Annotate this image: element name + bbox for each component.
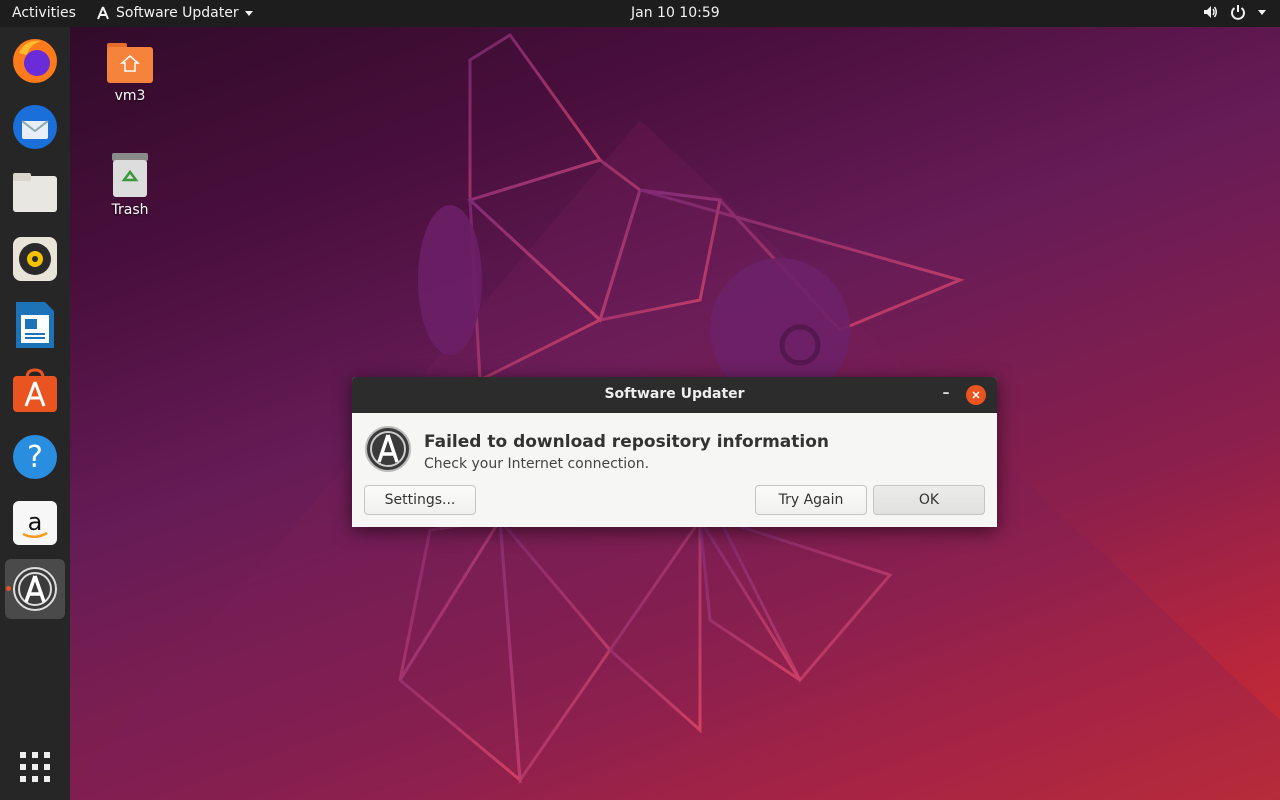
show-applications-button[interactable] <box>5 737 65 797</box>
close-button[interactable] <box>966 385 986 405</box>
activities-button[interactable]: Activities <box>12 5 76 21</box>
dock-firefox[interactable] <box>5 31 65 91</box>
help-icon: ? <box>13 435 57 479</box>
thunderbird-icon <box>13 105 57 149</box>
close-icon <box>972 391 980 399</box>
dock-help[interactable]: ? <box>5 427 65 487</box>
software-updater-small-icon <box>97 6 109 20</box>
trash-icon <box>112 153 148 197</box>
svg-text:?: ? <box>27 440 43 475</box>
clock[interactable]: Jan 10 10:59 <box>631 5 720 21</box>
desktop-icon-home[interactable]: vm3 <box>90 42 170 104</box>
files-icon <box>13 173 57 212</box>
top-bar: Activities Software Updater Jan 10 10:59 <box>0 0 1280 27</box>
firefox-icon <box>13 39 57 83</box>
svg-text:a: a <box>28 508 43 536</box>
desktop-icon-label: vm3 <box>114 88 146 104</box>
ubuntu-software-icon <box>13 368 57 412</box>
ok-button[interactable]: OK <box>873 485 985 515</box>
minimize-button[interactable]: – <box>936 385 956 405</box>
dialog-title: Software Updater <box>604 386 745 402</box>
amazon-icon: a <box>13 501 57 545</box>
dock-rhythmbox[interactable] <box>5 229 65 289</box>
software-updater-icon <box>13 567 57 611</box>
system-tray[interactable] <box>1202 4 1266 20</box>
dialog-titlebar[interactable]: Software Updater – <box>352 377 997 413</box>
software-updater-icon <box>365 426 411 472</box>
libreoffice-writer-icon <box>16 302 54 348</box>
running-indicator <box>6 586 11 591</box>
dock-amazon[interactable]: a <box>5 493 65 553</box>
desktop-icon-label: Trash <box>111 202 149 218</box>
try-again-button[interactable]: Try Again <box>755 485 867 515</box>
chevron-down-icon <box>1258 9 1266 15</box>
home-folder-icon <box>107 43 153 83</box>
dock-software-updater[interactable] <box>5 559 65 619</box>
dialog-heading: Failed to download repository informatio… <box>424 432 830 452</box>
dock-thunderbird[interactable] <box>5 97 65 157</box>
dock-libreoffice-writer[interactable] <box>5 295 65 355</box>
chevron-down-icon <box>244 10 253 16</box>
software-updater-dialog: Software Updater – Failed to download re… <box>352 377 997 527</box>
settings-button[interactable]: Settings... <box>364 485 476 515</box>
power-icon <box>1231 5 1245 20</box>
app-menu-label: Software Updater <box>116 5 239 21</box>
dock: ? a <box>0 27 70 800</box>
volume-icon <box>1204 6 1217 18</box>
dock-ubuntu-software[interactable] <box>5 361 65 421</box>
rhythmbox-icon <box>13 237 57 281</box>
desktop-icon-trash[interactable]: Trash <box>90 152 170 218</box>
dialog-message: Check your Internet connection. <box>424 456 650 472</box>
apps-grid-icon <box>20 752 50 782</box>
app-menu[interactable]: Software Updater <box>96 5 253 21</box>
dock-files[interactable] <box>5 163 65 223</box>
